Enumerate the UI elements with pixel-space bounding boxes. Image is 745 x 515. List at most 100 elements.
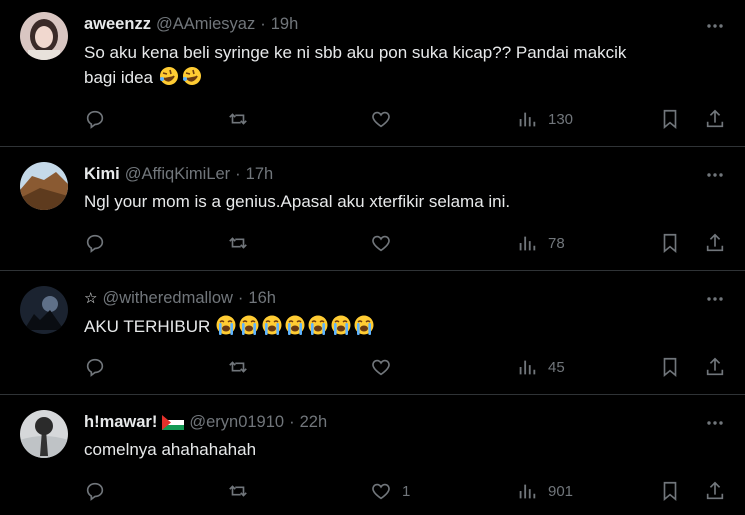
reply-feed: aweenzz @AAmiesyaz · 19h So aku kena bel… xyxy=(0,0,745,515)
loudly-crying-emoji-icon xyxy=(354,315,374,335)
views-button[interactable]: 45 xyxy=(516,355,565,379)
loudly-crying-emoji-icon xyxy=(239,315,259,335)
share-icon xyxy=(706,233,724,252)
retweet-icon xyxy=(229,237,247,249)
bookmark-button[interactable] xyxy=(659,479,681,503)
loudly-crying-emoji-icon xyxy=(216,315,236,335)
retweet-button[interactable] xyxy=(227,355,249,379)
views-button[interactable]: 130 xyxy=(516,107,573,131)
like-button[interactable] xyxy=(370,107,402,131)
user-handle[interactable]: @witheredmallow xyxy=(102,289,232,308)
like-icon xyxy=(372,359,390,376)
avatar[interactable] xyxy=(20,410,68,458)
retweet-icon xyxy=(229,113,247,125)
display-name[interactable]: aweenzz xyxy=(84,15,151,34)
like-count: 1 xyxy=(402,482,411,500)
bookmark-icon xyxy=(663,357,677,378)
tweet-text-line: AKU TERHIBUR xyxy=(84,317,211,336)
like-button[interactable]: 1 xyxy=(370,479,410,503)
emoji-group xyxy=(215,315,376,336)
tweet-header: ☆ @witheredmallow · 16h xyxy=(84,287,276,309)
view-count: 78 xyxy=(548,234,565,252)
emoji-group xyxy=(158,67,204,87)
reply-button[interactable] xyxy=(84,231,106,255)
reply-button[interactable] xyxy=(84,107,106,131)
views-button[interactable]: 78 xyxy=(516,231,565,255)
avatar[interactable] xyxy=(20,286,68,334)
share-button[interactable] xyxy=(704,479,726,503)
share-button[interactable] xyxy=(704,107,726,131)
tweet-text-line: Ngl your mom is a genius.Apasal aku xter… xyxy=(84,192,511,211)
avatar[interactable] xyxy=(20,162,68,210)
more-icon[interactable] xyxy=(705,289,725,309)
bookmark-button[interactable] xyxy=(659,107,681,131)
share-button[interactable] xyxy=(704,355,726,379)
reply-icon xyxy=(86,482,104,501)
tweet-header: aweenzz @AAmiesyaz · 19h xyxy=(84,13,298,35)
avatar[interactable] xyxy=(20,12,68,60)
reply-icon xyxy=(86,234,104,253)
views-icon xyxy=(519,484,536,499)
tweet-kimi[interactable]: Kimi @AffiqKimiLer · 17h Ngl your mom is… xyxy=(0,147,745,271)
separator-dot: · xyxy=(260,14,266,33)
palestine-flag-icon xyxy=(162,414,185,430)
timestamp[interactable]: 22h xyxy=(300,413,328,432)
retweet-button[interactable] xyxy=(227,231,249,255)
timestamp[interactable]: 16h xyxy=(248,289,276,308)
tweet-header: h!mawar! @eryn01910 · 22h xyxy=(84,411,327,433)
tweet-actions: 78 xyxy=(84,231,734,255)
tweet-text: comelnya ahahahahah xyxy=(84,438,704,462)
reply-button[interactable] xyxy=(84,479,106,503)
tweet-text-line: So aku kena beli syringe ke ni sbb aku p… xyxy=(84,43,627,62)
tweet-aweenzz[interactable]: aweenzz @AAmiesyaz · 19h So aku kena bel… xyxy=(0,0,745,147)
share-icon xyxy=(706,109,724,128)
display-name[interactable]: Kimi xyxy=(84,165,120,184)
tweet-text-line: bagi idea xyxy=(84,68,154,87)
more-icon[interactable] xyxy=(705,413,725,433)
rofl-emoji-icon xyxy=(159,67,178,85)
tweet-himawar[interactable]: h!mawar! @eryn01910 · 22h comelnya ahaha… xyxy=(0,395,745,515)
tweet-header: Kimi @AffiqKimiLer · 17h xyxy=(84,163,273,185)
like-button[interactable] xyxy=(370,231,402,255)
views-icon xyxy=(519,112,536,127)
share-button[interactable] xyxy=(704,231,726,255)
loudly-crying-emoji-icon xyxy=(262,315,282,335)
more-icon[interactable] xyxy=(705,16,725,36)
tweet-actions: 130 xyxy=(84,107,734,131)
separator-dot: · xyxy=(235,164,241,183)
tweet-actions: 1 901 xyxy=(84,479,734,503)
loudly-crying-emoji-icon xyxy=(308,315,328,335)
like-icon xyxy=(372,111,390,128)
view-count: 901 xyxy=(548,482,574,500)
bookmark-button[interactable] xyxy=(659,231,681,255)
retweet-icon xyxy=(229,485,247,497)
tweet-text-line-2: bagi idea xyxy=(84,65,704,90)
views-icon xyxy=(519,236,536,251)
separator-dot: · xyxy=(289,412,295,431)
view-count: 130 xyxy=(548,110,574,128)
timestamp[interactable]: 19h xyxy=(271,15,299,34)
tweet-text-line: comelnya ahahahahah xyxy=(84,440,257,459)
more-icon[interactable] xyxy=(705,165,725,185)
user-handle[interactable]: @AffiqKimiLer xyxy=(125,165,230,184)
retweet-button[interactable] xyxy=(227,107,249,131)
share-icon xyxy=(706,357,724,376)
reply-button[interactable] xyxy=(84,355,106,379)
bookmark-button[interactable] xyxy=(659,355,681,379)
like-icon xyxy=(372,483,390,500)
tweet-actions: 45 xyxy=(84,355,734,379)
display-name[interactable]: h!mawar! xyxy=(84,413,157,432)
user-handle[interactable]: @AAmiesyaz xyxy=(156,15,255,34)
bookmark-icon xyxy=(663,233,677,254)
timestamp[interactable]: 17h xyxy=(246,165,274,184)
share-icon xyxy=(706,481,724,500)
views-button[interactable]: 901 xyxy=(516,479,573,503)
views-icon xyxy=(519,360,536,375)
user-handle[interactable]: @eryn01910 xyxy=(189,413,284,432)
like-button[interactable] xyxy=(370,355,402,379)
star-icon: ☆ xyxy=(84,290,98,307)
tweet-text: So aku kena beli syringe ke ni sbb aku p… xyxy=(84,41,704,90)
retweet-button[interactable] xyxy=(227,479,249,503)
view-count: 45 xyxy=(548,358,565,376)
tweet-witheredmallow[interactable]: ☆ @witheredmallow · 16h AKU TERHIBUR 45 xyxy=(0,271,745,395)
